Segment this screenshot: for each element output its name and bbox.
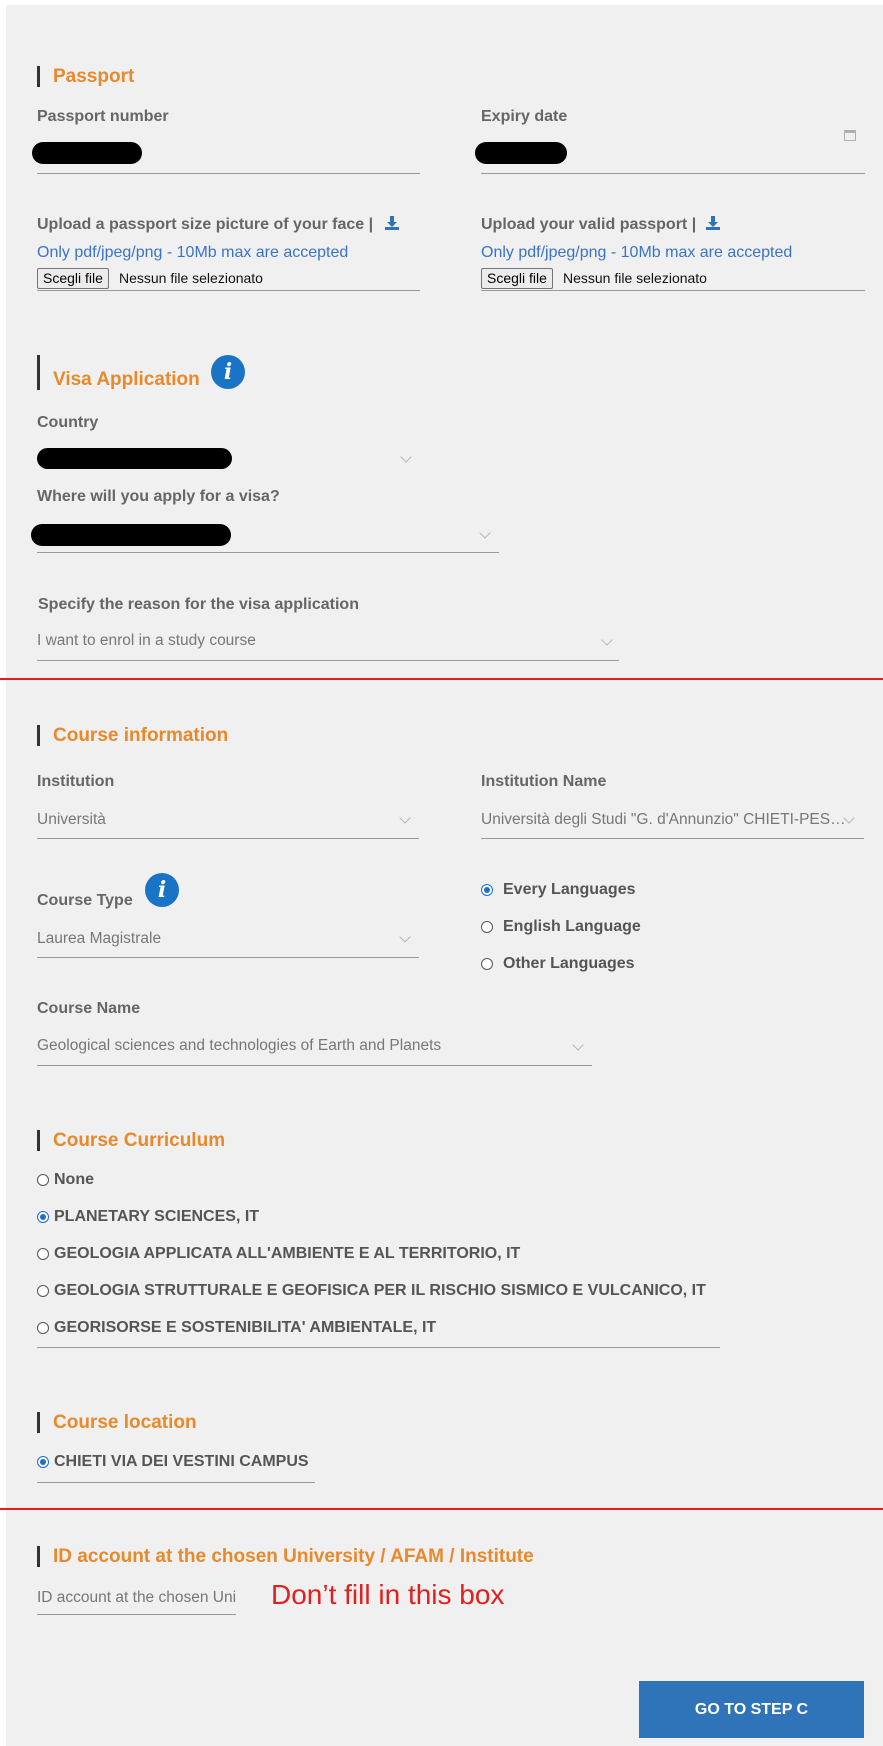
download-icon[interactable] xyxy=(385,216,399,230)
passport-number-redacted[interactable] xyxy=(32,142,142,164)
curriculum-option-label: GEOLOGIA APPLICATA ALL'AMBIENTE E AL TER… xyxy=(54,1245,521,1262)
visa-reason-label: Specify the reason for the visa applicat… xyxy=(38,596,359,613)
course-type-label: Course Type xyxy=(37,892,133,909)
radio-other-languages[interactable] xyxy=(481,958,493,970)
annotation-red-line xyxy=(0,678,883,680)
visa-reason-select[interactable]: I want to enrol in a study course xyxy=(37,632,537,650)
visa-where-redacted[interactable] xyxy=(31,524,231,546)
every-languages-label: Every Languages xyxy=(503,881,636,898)
english-language-label: English Language xyxy=(503,918,641,935)
passport-upload-underline xyxy=(481,290,865,291)
account-id-input[interactable]: ID account at the chosen University / AF… xyxy=(37,1589,236,1607)
account-section-title: ID account at the chosen University / AF… xyxy=(37,1546,534,1567)
visa-reason-underline xyxy=(37,660,619,661)
radio-every-languages[interactable] xyxy=(481,884,493,896)
curriculum-option-label: GEOLOGIA STRUTTURALE E GEOFISICA PER IL … xyxy=(54,1282,706,1299)
face-upload-underline xyxy=(37,290,420,291)
radio-curriculum-planetary[interactable] xyxy=(37,1211,49,1223)
visa-section-title-text: Visa Application xyxy=(53,369,200,390)
visa-where-label: Where will you apply for a visa? xyxy=(37,488,280,505)
go-to-step-c-button[interactable]: GO TO STEP C xyxy=(639,1681,864,1738)
curriculum-option-label: None xyxy=(54,1171,94,1188)
country-label: Country xyxy=(37,414,99,431)
radio-curriculum-none[interactable] xyxy=(37,1174,49,1186)
curriculum-section-title: Course Curriculum xyxy=(37,1130,225,1151)
radio-curriculum-geologia-applicata[interactable] xyxy=(37,1248,49,1260)
face-upload-label: Upload a passport size picture of your f… xyxy=(37,216,374,233)
expiry-date-redacted[interactable] xyxy=(475,142,567,164)
download-icon[interactable] xyxy=(706,216,720,230)
country-redacted[interactable] xyxy=(37,448,232,469)
form-panel xyxy=(6,5,883,1746)
face-choose-file-button[interactable]: Scegli file xyxy=(37,268,109,289)
radio-location-chieti[interactable] xyxy=(37,1456,49,1468)
passport-choose-file-button[interactable]: Scegli file xyxy=(481,268,553,289)
institution-name-underline xyxy=(481,838,864,839)
passport-number-underline xyxy=(37,173,420,174)
institution-label: Institution xyxy=(37,773,115,790)
course-section-title: Course information xyxy=(37,725,228,746)
location-underline xyxy=(37,1482,315,1483)
course-type-underline xyxy=(37,957,419,958)
location-option-label: CHIETI VIA DEI VESTINI CAMPUS xyxy=(54,1453,309,1470)
expiry-date-underline xyxy=(481,173,865,174)
curriculum-option-label: PLANETARY SCIENCES, IT xyxy=(54,1208,260,1225)
radio-curriculum-geologia-strutturale[interactable] xyxy=(37,1285,49,1297)
info-icon[interactable]: i xyxy=(211,355,245,389)
face-upload-hint: Only pdf/jpeg/png - 10Mb max are accepte… xyxy=(37,244,349,261)
institution-name-select[interactable]: Università degli Studi "G. d'Annunzio" C… xyxy=(481,811,846,829)
passport-upload-label: Upload your valid passport | xyxy=(481,216,697,233)
dont-fill-annotation: Don’t fill in this box xyxy=(271,1579,505,1610)
course-type-select[interactable]: Laurea Magistrale xyxy=(37,930,337,948)
info-icon[interactable]: i xyxy=(145,873,179,907)
passport-upload-hint: Only pdf/jpeg/png - 10Mb max are accepte… xyxy=(481,244,793,261)
institution-name-label: Institution Name xyxy=(481,773,607,790)
annotation-red-line xyxy=(0,1508,883,1510)
account-id-underline xyxy=(37,1614,236,1615)
expiry-date-label: Expiry date xyxy=(481,108,568,125)
radio-english-language[interactable] xyxy=(481,921,493,933)
other-languages-label: Other Languages xyxy=(503,955,635,972)
institution-select[interactable]: Università xyxy=(37,811,337,829)
visa-section-title: Visa Application xyxy=(37,355,200,390)
radio-curriculum-georisorse[interactable] xyxy=(37,1322,49,1334)
passport-section-title: Passport xyxy=(37,66,134,87)
passport-no-file-text: Nessun file selezionato xyxy=(563,270,707,286)
face-no-file-text: Nessun file selezionato xyxy=(119,270,263,286)
visa-where-underline xyxy=(37,552,499,553)
passport-number-label: Passport number xyxy=(37,108,169,125)
location-section-title: Course location xyxy=(37,1412,197,1433)
institution-underline xyxy=(37,838,419,839)
course-name-underline xyxy=(37,1065,592,1066)
calendar-icon[interactable] xyxy=(844,130,856,141)
course-name-label: Course Name xyxy=(37,1000,141,1017)
course-name-select[interactable]: Geological sciences and technologies of … xyxy=(37,1037,557,1055)
curriculum-option-label: GEORISORSE E SOSTENIBILITA' AMBIENTALE, … xyxy=(54,1319,437,1336)
curriculum-underline xyxy=(37,1347,720,1348)
